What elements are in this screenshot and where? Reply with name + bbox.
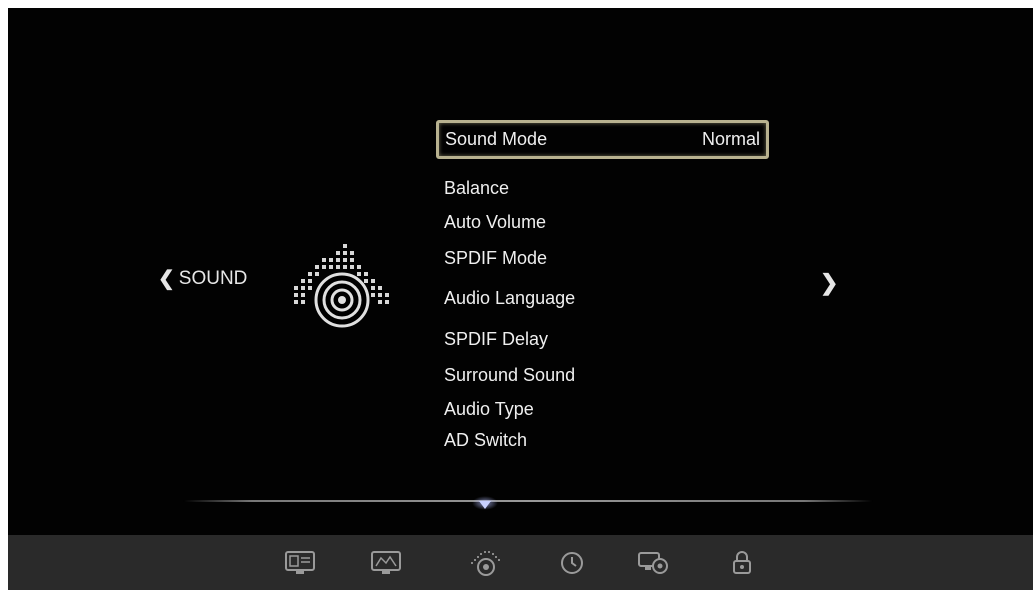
tab-screen[interactable] [366, 543, 406, 583]
menu-item-audio-type[interactable]: Audio Type [444, 399, 534, 420]
menu-item-label: Surround Sound [444, 365, 576, 385]
menu-item-label: SPDIF Mode [444, 248, 548, 268]
menu-item-label: Sound Mode [445, 129, 548, 149]
menu-item-sound-mode[interactable]: Sound Mode Normal [436, 120, 769, 159]
lock-icon [733, 551, 751, 574]
settings-gear-icon [638, 552, 668, 574]
menu-item-label: Auto Volume [444, 212, 547, 232]
tab-time[interactable] [552, 543, 592, 583]
menu-item-label: SPDIF Delay [444, 329, 549, 349]
menu-item-value: Normal [701, 129, 760, 149]
tv-screen: ❮ SOUND ❯ Sound Mode Normal Balance Auto… [8, 8, 1033, 590]
tab-picture[interactable] [280, 543, 320, 583]
menu-item-ad-switch[interactable]: AD Switch [444, 430, 527, 451]
category-tabbar [8, 535, 1033, 590]
speaker-equalizer-icon [286, 244, 396, 334]
menu-item-label: Audio Language [444, 288, 576, 308]
tab-lock[interactable] [722, 543, 762, 583]
screen-monitor-icon [371, 551, 401, 574]
menu-item-spdif-delay[interactable]: SPDIF Delay [444, 329, 548, 350]
clock-icon [561, 552, 583, 574]
category-switcher[interactable]: ❮ SOUND [158, 266, 247, 291]
menu-item-balance[interactable]: Balance [444, 178, 509, 199]
menu-item-audio-language[interactable]: Audio Language [444, 288, 575, 309]
menu-divider [183, 500, 873, 502]
sound-speaker-icon [471, 551, 500, 576]
down-arrow-icon [479, 501, 491, 509]
menu-item-label: Audio Type [444, 399, 534, 419]
chevron-right-icon[interactable]: ❯ [820, 270, 838, 296]
category-label: SOUND [178, 267, 248, 289]
menu-area: ❮ SOUND ❯ Sound Mode Normal Balance Auto… [8, 8, 1033, 535]
menu-item-spdif-mode[interactable]: SPDIF Mode [444, 248, 547, 269]
picture-monitor-icon [285, 551, 315, 574]
menu-item-auto-volume[interactable]: Auto Volume [444, 212, 546, 233]
tab-sound[interactable] [466, 543, 506, 583]
menu-item-label: AD Switch [444, 430, 528, 450]
chevron-left-icon[interactable]: ❮ [158, 266, 175, 291]
menu-item-surround-sound[interactable]: Surround Sound [444, 365, 575, 386]
menu-item-label: Balance [444, 178, 510, 198]
tab-setup[interactable] [634, 543, 674, 583]
